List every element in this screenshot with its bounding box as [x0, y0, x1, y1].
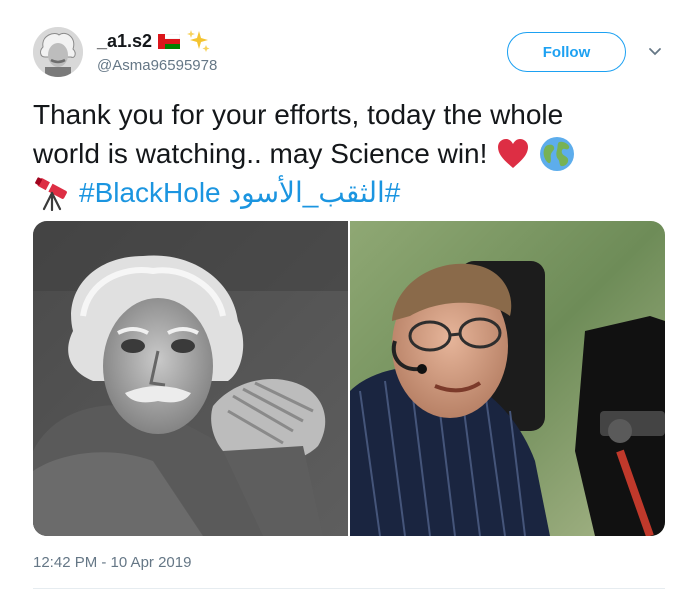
tweet-text-line-2: world is watching.. may Science win!: [33, 134, 673, 173]
sparkles-icon: [186, 29, 210, 53]
follow-button[interactable]: Follow: [507, 32, 626, 72]
tweet-line-1: Thank you for your efforts, today the wh…: [33, 99, 564, 130]
media-grid[interactable]: [33, 221, 665, 536]
photo-right-hawking[interactable]: [350, 221, 665, 536]
user-name-row[interactable]: _a1.s2: [97, 29, 210, 53]
tweet-text: Thank you for your efforts, today the wh…: [33, 95, 673, 212]
divider: [33, 588, 665, 589]
hashtag-blackhole-link[interactable]: #BlackHole: [79, 173, 221, 212]
tweet-timestamp[interactable]: 12:42 PM - 10 Apr 2019: [33, 554, 191, 571]
telescope-icon: [33, 175, 71, 211]
tweet-card: _a1.s2 @Asma96595978 Follow Thank you fo…: [0, 0, 700, 594]
red-heart-icon: [495, 136, 531, 172]
user-handle[interactable]: @Asma96595978: [97, 57, 217, 74]
tweet-text-line-1: Thank you for your efforts, today the wh…: [33, 95, 673, 134]
photo-left-einstein[interactable]: [33, 221, 348, 536]
chevron-down-icon[interactable]: [645, 43, 665, 61]
tweet-line-2: world is watching.. may Science win!: [33, 138, 488, 169]
hashtag-arabic-link[interactable]: #الثقب_الأسود: [229, 173, 401, 212]
globe-icon: [539, 136, 575, 172]
oman-flag-icon: [157, 33, 181, 49]
tweet-text-line-3: #BlackHole #الثقب_الأسود: [33, 173, 673, 212]
avatar[interactable]: [33, 27, 83, 77]
display-name[interactable]: _a1.s2: [97, 31, 152, 52]
